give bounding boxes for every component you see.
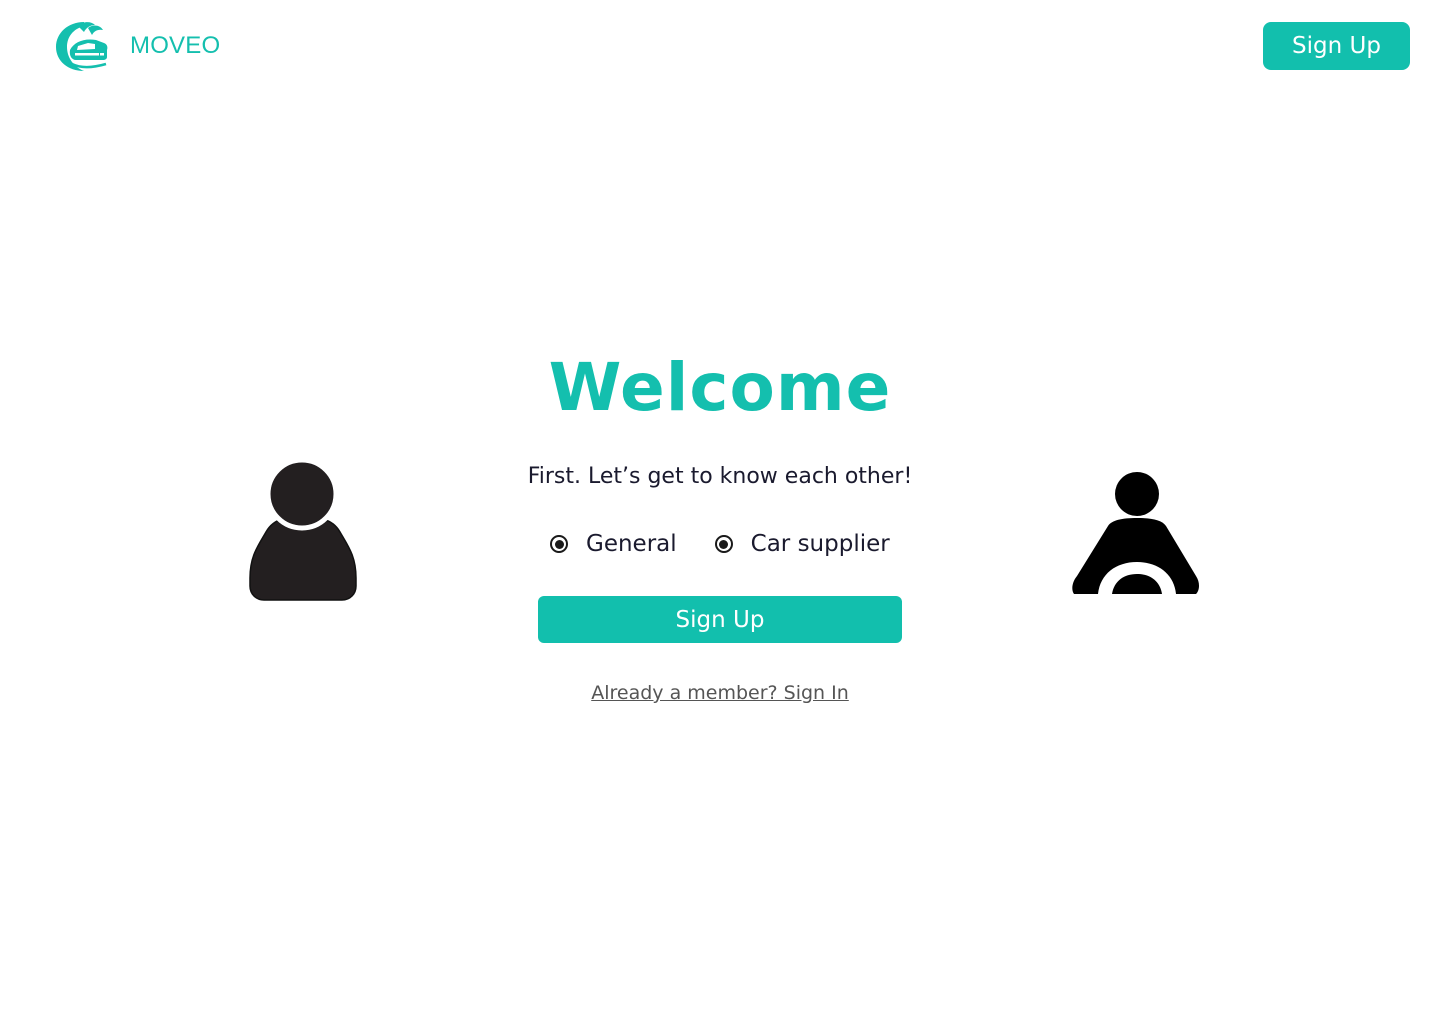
moveo-logo-icon: [56, 22, 108, 71]
car-supplier-label: Car supplier: [750, 531, 890, 557]
welcome-subtitle: First. Let’s get to know each other!: [527, 464, 913, 489]
main-signup-button[interactable]: Sign Up: [538, 596, 902, 643]
brand-name: MOVEO: [130, 32, 221, 59]
role-option-general[interactable]: General: [550, 526, 677, 562]
driver-steering-icon: [1072, 472, 1199, 594]
general-label: General: [586, 531, 677, 557]
header-signup-button[interactable]: Sign Up: [1263, 22, 1410, 70]
role-radio-group: General Car supplier: [550, 526, 890, 562]
role-option-car-supplier[interactable]: Car supplier: [714, 526, 890, 562]
car-supplier-radio[interactable]: [714, 535, 733, 553]
welcome-title: Welcome: [548, 349, 892, 426]
brand[interactable]: MOVEO: [54, 20, 220, 72]
general-radio[interactable]: [550, 535, 568, 553]
person-icon: [249, 462, 357, 601]
signin-link[interactable]: Already a member? Sign In: [0, 679, 1440, 707]
